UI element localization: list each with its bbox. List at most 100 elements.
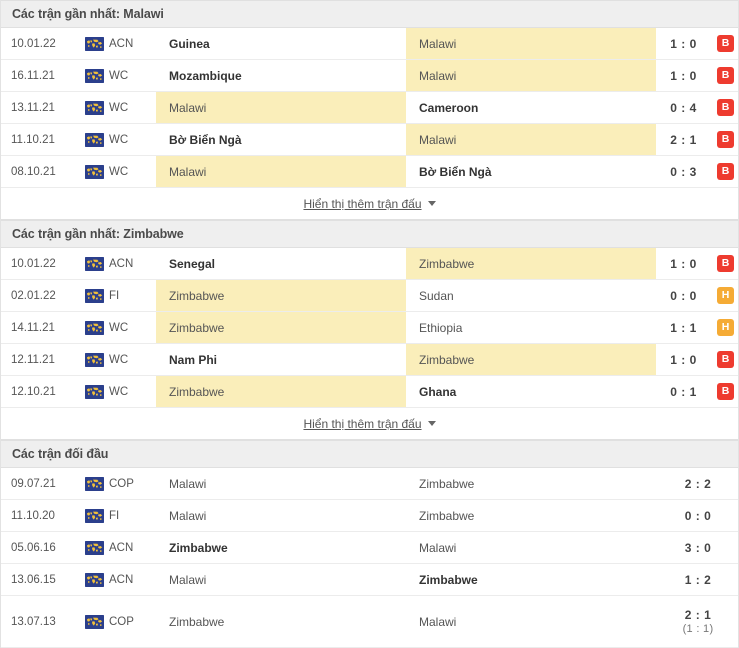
home-team-cell[interactable]: Malawi	[156, 156, 406, 187]
match-date: 12.11.21	[11, 353, 55, 366]
away-team-name: Malawi	[419, 36, 457, 51]
home-team-name: Zimbabwe	[169, 320, 225, 335]
competition-flag-cell	[79, 312, 109, 343]
away-team-name: Malawi	[419, 132, 457, 147]
table-row[interactable]: 02.01.22 FI Zimbabwe Sudan 0 : 0 H	[1, 280, 738, 312]
away-team-cell[interactable]: Malawi	[406, 60, 656, 91]
score-final: 0 : 4	[670, 100, 697, 115]
score-final: 1 : 0	[670, 256, 697, 271]
table-row[interactable]: 11.10.21 WC Bờ Biển Ngà Malawi 2 : 1 B	[1, 124, 738, 156]
show-more-label[interactable]: Hiển thị thêm trận đấu	[303, 417, 421, 431]
match-date: 13.11.21	[11, 101, 55, 114]
away-team-cell[interactable]: Bờ Biển Ngà	[406, 156, 656, 187]
home-team-cell[interactable]: Nam Phi	[156, 344, 406, 375]
away-team-cell[interactable]: Zimbabwe	[406, 248, 656, 279]
match-score: 2 : 2	[656, 468, 739, 499]
table-row[interactable]: 11.10.20 FI Malawi Zimbabwe 0 : 0	[1, 500, 738, 532]
home-team-name: Zimbabwe	[169, 288, 225, 303]
table-row[interactable]: 10.01.22 ACN Guinea Malawi 1 : 0 B	[1, 28, 738, 60]
home-team-name: Nam Phi	[169, 352, 218, 367]
home-team-name: Malawi	[169, 100, 207, 115]
away-team-cell[interactable]: Malawi	[406, 596, 656, 647]
world-flag-icon	[84, 352, 104, 367]
match-score: 2 : 1 (1 : 1)	[656, 596, 739, 647]
table-row[interactable]: 05.06.16 ACN Zimbabwe Malawi 3 : 0	[1, 532, 738, 564]
competition-flag-cell	[79, 92, 109, 123]
away-team-cell[interactable]: Zimbabwe	[406, 468, 656, 499]
result-badge-cell: B	[711, 60, 739, 91]
away-team-name: Ghana	[419, 384, 457, 399]
away-team-cell[interactable]: Ghana	[406, 376, 656, 407]
home-team-name: Malawi	[169, 508, 207, 523]
section-title: Các trận gần nhất: Zimbabwe	[12, 227, 184, 241]
home-team-cell[interactable]: Malawi	[156, 468, 406, 499]
competition-flag-cell	[79, 500, 109, 531]
away-team-cell[interactable]: Cameroon	[406, 92, 656, 123]
home-team-cell[interactable]: Mozambique	[156, 60, 406, 91]
home-team-cell[interactable]: Zimbabwe	[156, 376, 406, 407]
home-team-cell[interactable]: Zimbabwe	[156, 532, 406, 563]
home-team-cell[interactable]: Bờ Biển Ngà	[156, 124, 406, 155]
away-team-name: Bờ Biển Ngà	[419, 164, 492, 179]
table-row[interactable]: 13.07.13 COP Zimbabwe Malawi 2 : 1 (1 : 1)	[1, 596, 738, 648]
table-row[interactable]: 14.11.21 WC Zimbabwe Ethiopia 1 : 1 H	[1, 312, 738, 344]
world-flag-icon	[84, 320, 104, 335]
home-team-name: Senegal	[169, 256, 216, 271]
away-team-cell[interactable]: Malawi	[406, 28, 656, 59]
result-badge-cell: H	[711, 280, 739, 311]
away-team-cell[interactable]: Malawi	[406, 124, 656, 155]
world-flag-icon	[84, 614, 104, 629]
table-row[interactable]: 10.01.22 ACN Senegal Zimbabwe 1 : 0 B	[1, 248, 738, 280]
home-team-cell[interactable]: Zimbabwe	[156, 312, 406, 343]
away-team-name: Zimbabwe	[419, 508, 475, 523]
table-row[interactable]: 13.06.15 ACN Malawi Zimbabwe 1 : 2	[1, 564, 738, 596]
home-team-cell[interactable]: Malawi	[156, 564, 406, 595]
match-score: 0 : 0	[656, 500, 739, 531]
table-row[interactable]: 08.10.21 WC Malawi Bờ Biển Ngà 0 : 3 B	[1, 156, 738, 188]
show-more-matches-recent-malawi[interactable]: Hiển thị thêm trận đấu	[1, 188, 738, 220]
score-final: 2 : 1	[684, 608, 712, 622]
status-badge: H	[717, 287, 734, 304]
match-score: 1 : 2	[656, 564, 739, 595]
world-flag-icon	[84, 164, 104, 179]
section-title: Các trận đối đầu	[12, 447, 109, 461]
table-row[interactable]: 09.07.21 COP Malawi Zimbabwe 2 : 2	[1, 468, 738, 500]
table-row[interactable]: 12.11.21 WC Nam Phi Zimbabwe 1 : 0 B	[1, 344, 738, 376]
away-team-cell[interactable]: Malawi	[406, 532, 656, 563]
world-flag-icon	[84, 476, 104, 491]
match-score: 1 : 0	[656, 248, 711, 279]
match-date: 16.11.21	[11, 69, 55, 82]
away-team-name: Ethiopia	[419, 320, 463, 335]
chevron-down-icon[interactable]	[427, 421, 436, 426]
away-team-cell[interactable]: Sudan	[406, 280, 656, 311]
away-team-name: Malawi	[419, 540, 457, 555]
section-header-recent-malawi: Các trận gần nhất: Malawi	[1, 0, 738, 28]
competition-code: WC	[109, 321, 129, 334]
home-team-name: Zimbabwe	[169, 384, 225, 399]
score-final: 1 : 0	[670, 36, 697, 51]
away-team-cell[interactable]: Zimbabwe	[406, 500, 656, 531]
show-more-label[interactable]: Hiển thị thêm trận đấu	[303, 197, 421, 211]
away-team-cell[interactable]: Ethiopia	[406, 312, 656, 343]
table-row[interactable]: 13.11.21 WC Malawi Cameroon 0 : 4 B	[1, 92, 738, 124]
competition-flag-cell	[79, 124, 109, 155]
competition-flag-cell	[79, 60, 109, 91]
home-team-cell[interactable]: Malawi	[156, 92, 406, 123]
competition-flag-cell	[79, 344, 109, 375]
match-score: 1 : 0	[656, 344, 711, 375]
match-date: 02.01.22	[11, 289, 56, 302]
away-team-cell[interactable]: Zimbabwe	[406, 564, 656, 595]
show-more-matches-recent-zimbabwe[interactable]: Hiển thị thêm trận đấu	[1, 408, 738, 440]
competition-code: WC	[109, 101, 129, 114]
chevron-down-icon[interactable]	[427, 201, 436, 206]
competition-code: COP	[109, 615, 134, 628]
home-team-cell[interactable]: Zimbabwe	[156, 280, 406, 311]
home-team-cell[interactable]: Guinea	[156, 28, 406, 59]
away-team-cell[interactable]: Zimbabwe	[406, 344, 656, 375]
home-team-cell[interactable]: Zimbabwe	[156, 596, 406, 647]
table-row[interactable]: 16.11.21 WC Mozambique Malawi 1 : 0 B	[1, 60, 738, 92]
home-team-cell[interactable]: Senegal	[156, 248, 406, 279]
home-team-cell[interactable]: Malawi	[156, 500, 406, 531]
section-header-head-to-head: Các trận đối đầu	[1, 440, 738, 468]
table-row[interactable]: 12.10.21 WC Zimbabwe Ghana 0 : 1 B	[1, 376, 738, 408]
